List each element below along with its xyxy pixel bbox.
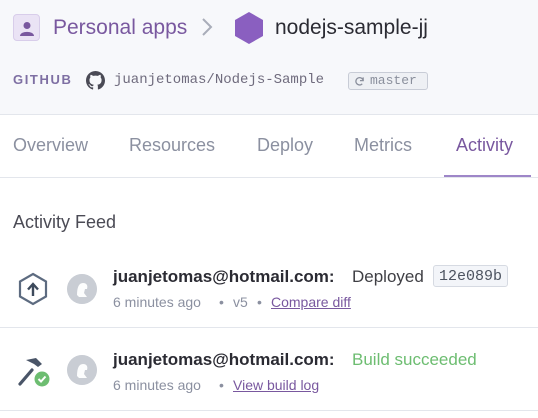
avatar [67, 274, 97, 304]
tab-metrics[interactable]: Metrics [354, 134, 412, 156]
row-divider [0, 327, 538, 328]
compare-diff-link[interactable]: Compare diff [271, 293, 351, 311]
branch-badge: master [348, 72, 428, 90]
app-name: nodejs-sample-jj [275, 16, 428, 39]
app-hexagon-icon [235, 12, 263, 44]
activity-action: Deployed [352, 267, 424, 286]
branch-name: master [370, 73, 417, 88]
tab-deploy[interactable]: Deploy [257, 134, 313, 156]
build-status: Build succeeded [352, 350, 477, 369]
activity-actor: juanjetomas@hotmail.com: [113, 267, 335, 286]
breadcrumb-personal-apps[interactable]: Personal apps [53, 14, 187, 41]
release-version: v5 [233, 294, 248, 310]
tab-overview[interactable]: Overview [13, 134, 88, 156]
activity-time: 6 minutes ago [113, 294, 201, 310]
activity-actor: juanjetomas@hotmail.com: [113, 350, 335, 369]
app-tabs: Overview Resources Deploy Metrics Activi… [0, 115, 538, 178]
avatar [67, 355, 97, 385]
github-repo-link[interactable]: juanjetomas/Nodejs-Sample [114, 70, 324, 90]
separator-dot: • [257, 294, 262, 310]
activity-feed-title: Activity Feed [13, 212, 117, 232]
github-icon [86, 71, 105, 90]
commit-sha[interactable]: 12e089b [433, 265, 509, 287]
chevron-right-icon [202, 18, 213, 36]
deploy-icon [18, 272, 48, 306]
active-tab-indicator [444, 175, 531, 177]
branch-sync-icon [355, 77, 364, 86]
app-header: Personal apps nodejs-sample-jj GITHUB ju… [0, 0, 538, 115]
tab-resources[interactable]: Resources [129, 134, 215, 156]
activity-time: 6 minutes ago [113, 377, 201, 393]
build-success-icon [18, 358, 50, 387]
source-provider-label: GITHUB [13, 72, 73, 87]
personal-apps-icon[interactable] [13, 14, 40, 41]
separator-dot: • [219, 294, 224, 310]
row-divider [0, 410, 538, 411]
separator-dot: • [219, 377, 224, 393]
tab-activity[interactable]: Activity [456, 134, 513, 156]
view-build-log-link[interactable]: View build log [233, 376, 319, 394]
